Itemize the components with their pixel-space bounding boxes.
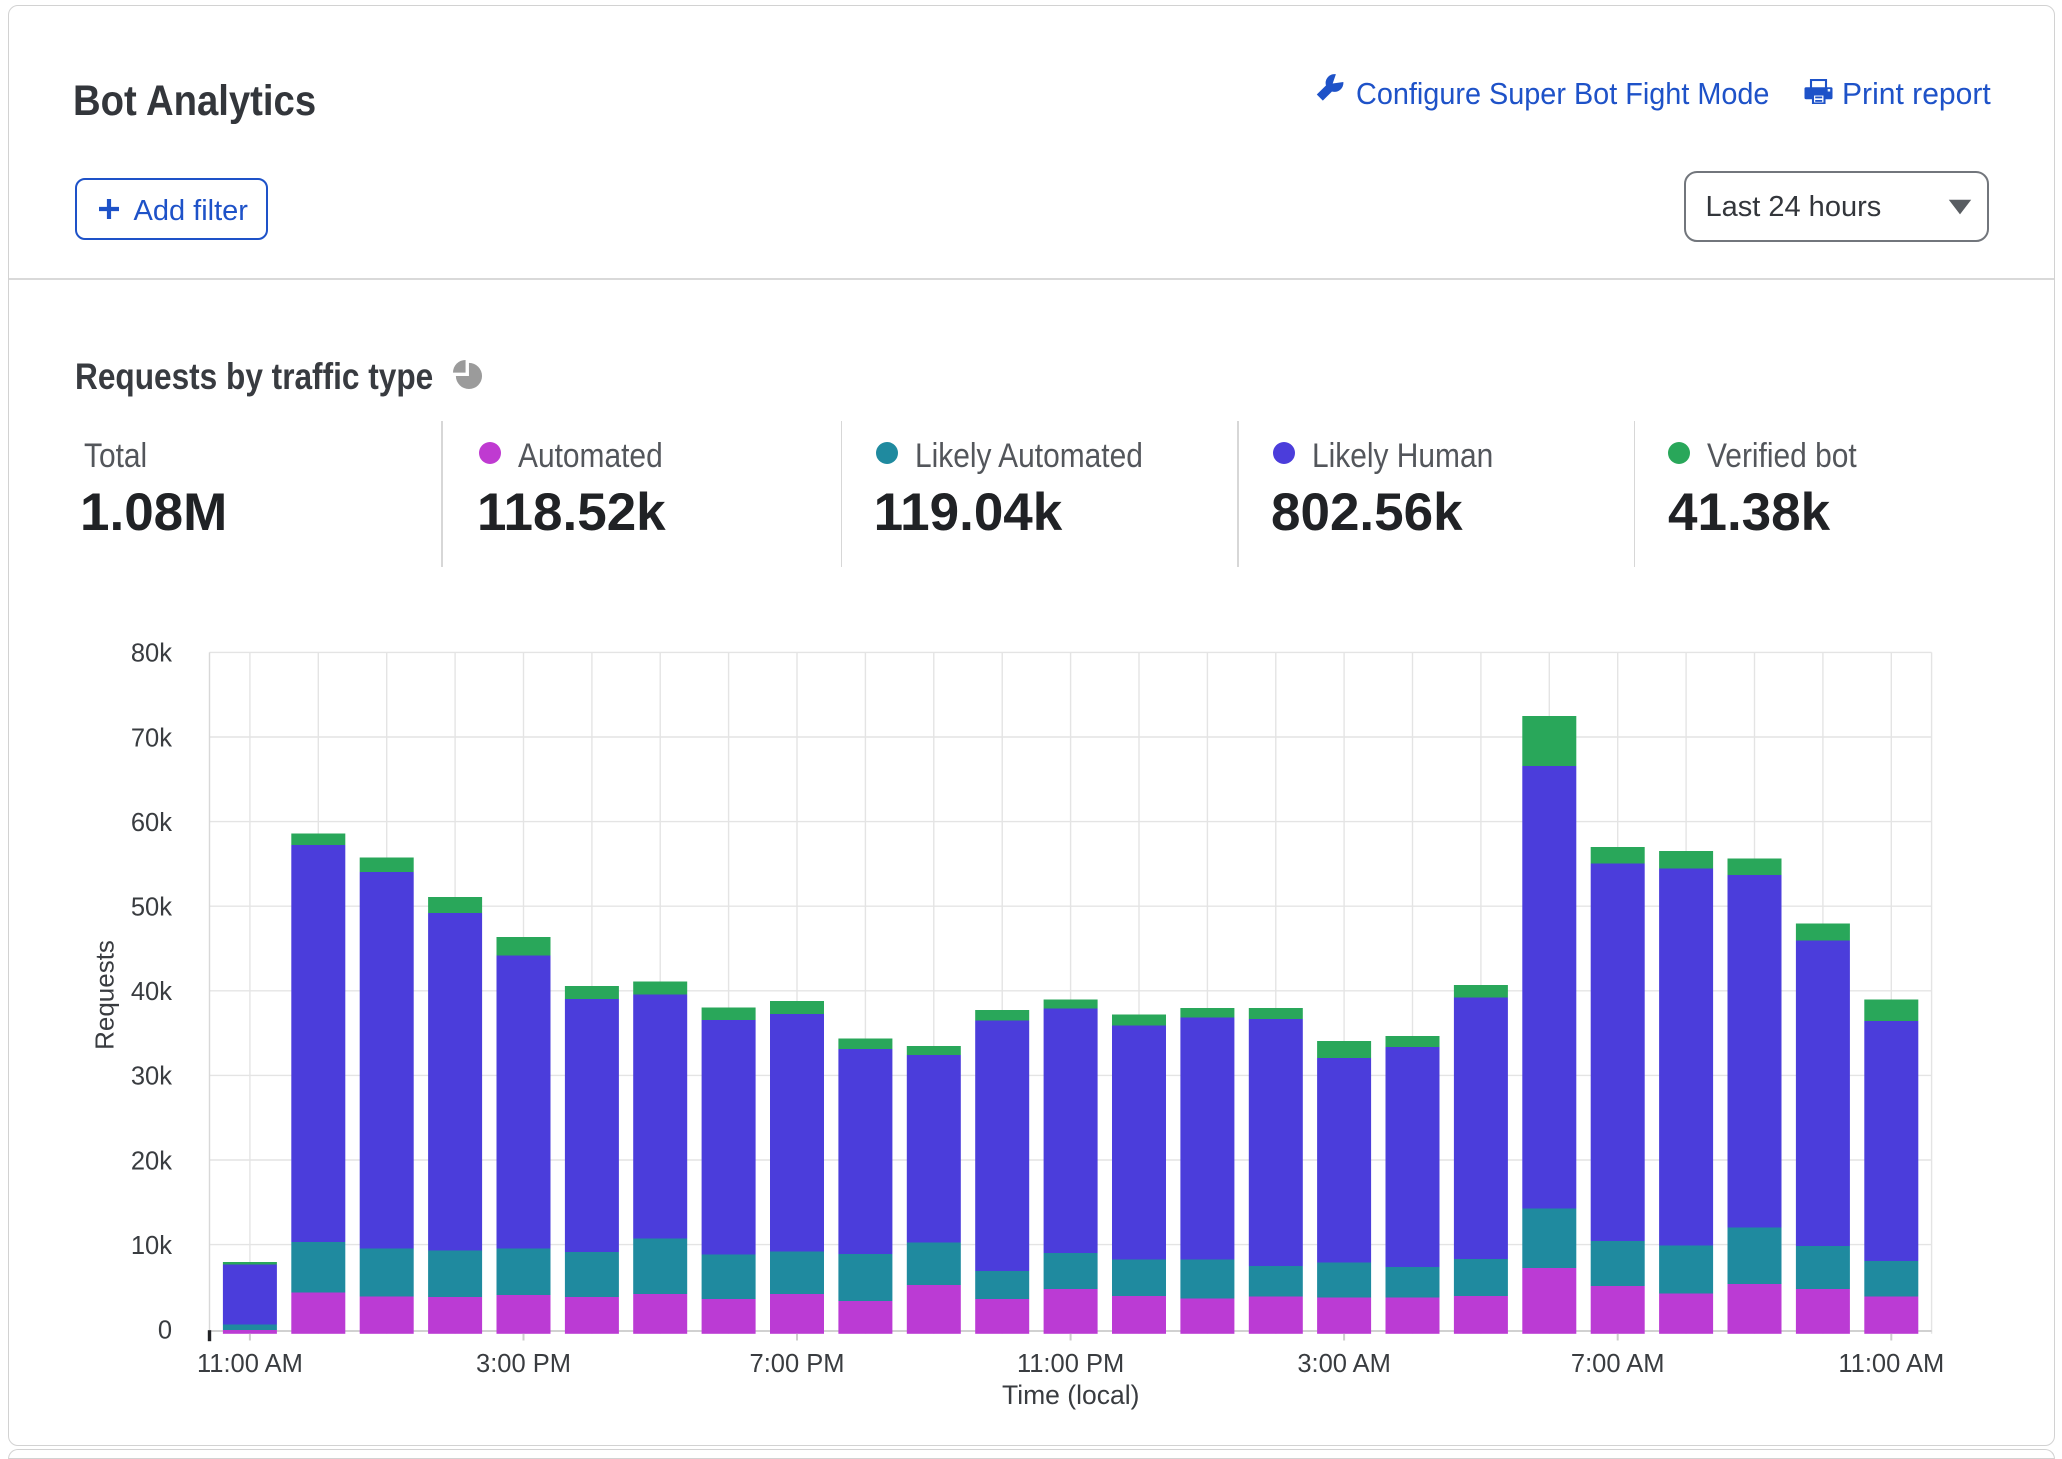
svg-text:20k: 20k <box>131 1147 172 1175</box>
svg-text:0: 0 <box>158 1317 172 1345</box>
svg-text:7:00 PM: 7:00 PM <box>750 1350 845 1378</box>
svg-text:7:00 AM: 7:00 AM <box>1571 1350 1665 1378</box>
svg-text:3:00 PM: 3:00 PM <box>476 1350 571 1378</box>
svg-text:40k: 40k <box>131 978 172 1006</box>
svg-text:Time (local): Time (local) <box>1002 1380 1139 1410</box>
svg-text:3:00 AM: 3:00 AM <box>1297 1350 1391 1378</box>
svg-text:80k: 80k <box>131 640 172 668</box>
svg-text:50k: 50k <box>131 894 172 922</box>
svg-text:11:00 AM: 11:00 AM <box>197 1350 303 1378</box>
svg-text:30k: 30k <box>131 1063 172 1091</box>
svg-text:60k: 60k <box>131 809 172 837</box>
svg-text:11:00 PM: 11:00 PM <box>1017 1350 1124 1378</box>
svg-text:10k: 10k <box>131 1232 172 1260</box>
svg-text:11:00 AM: 11:00 AM <box>1838 1350 1944 1378</box>
svg-text:Requests: Requests <box>90 940 120 1050</box>
svg-text:70k: 70k <box>131 724 172 752</box>
